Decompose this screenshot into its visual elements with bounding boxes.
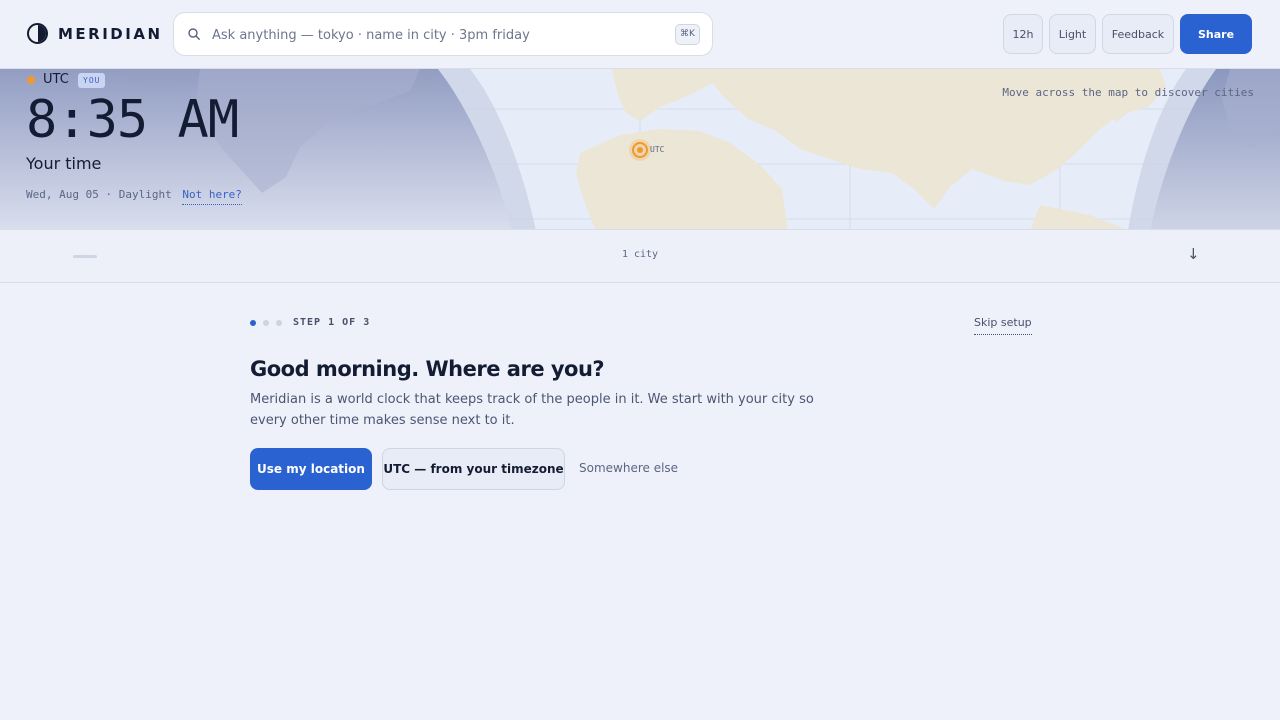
- you-badge: YOU: [78, 73, 106, 88]
- step-dot-2: [263, 320, 269, 326]
- skip-setup-link[interactable]: Skip setup: [974, 316, 1032, 335]
- cities-panel-bar[interactable]: 1 city ↓: [0, 230, 1280, 283]
- date-daylight-text: Wed, Aug 05 · Daylight: [26, 188, 172, 201]
- date-meta: Wed, Aug 05 · Daylight Not here?: [26, 188, 242, 205]
- theme-button[interactable]: Light: [1049, 14, 1096, 54]
- search-box[interactable]: ⌘K: [173, 12, 713, 56]
- map-hint: Move across the map to discover cities: [1002, 86, 1254, 99]
- timezone-name: UTC: [43, 72, 69, 87]
- step-indicator: [250, 320, 289, 326]
- current-time: 8:35 AM: [26, 90, 239, 150]
- time-label: Your time: [26, 154, 102, 173]
- arrow-down-icon[interactable]: ↓: [1187, 245, 1200, 263]
- feedback-button[interactable]: Feedback: [1102, 14, 1174, 54]
- search-icon: [188, 28, 200, 40]
- city-count: 1 city: [621, 249, 659, 260]
- utc-marker[interactable]: [629, 139, 651, 161]
- top-bar: MERIDIAN ⌘K 12h Light Feedback Share: [0, 0, 1280, 68]
- search-input[interactable]: [212, 23, 662, 47]
- onboarding-title: Good morning. Where are you?: [250, 357, 605, 381]
- logo[interactable]: MERIDIAN: [27, 23, 163, 44]
- somewhere-else-button[interactable]: Somewhere else: [579, 461, 678, 475]
- half-circle-logo-icon: [27, 23, 48, 44]
- step-dot-3: [276, 320, 282, 326]
- time-format-button[interactable]: 12h: [1003, 14, 1043, 54]
- use-my-location-button[interactable]: Use my location: [250, 448, 372, 490]
- step-label: STEP 1 OF 3: [293, 317, 371, 328]
- search-shortcut-badge: ⌘K: [675, 24, 700, 45]
- utc-marker-label: UTC: [650, 145, 665, 154]
- app-name: MERIDIAN: [58, 24, 163, 43]
- share-button[interactable]: Share: [1180, 14, 1252, 54]
- step-dot-1: [250, 320, 256, 326]
- utc-timezone-button[interactable]: UTC — from your timezone: [382, 448, 565, 490]
- timezone-dot-icon: [27, 76, 35, 84]
- not-here-link[interactable]: Not here?: [182, 188, 242, 205]
- local-clock: UTC YOU 8:35 AM Your time Wed, Aug 05 · …: [26, 68, 326, 230]
- onboarding-description: Meridian is a world clock that keeps tra…: [250, 392, 814, 428]
